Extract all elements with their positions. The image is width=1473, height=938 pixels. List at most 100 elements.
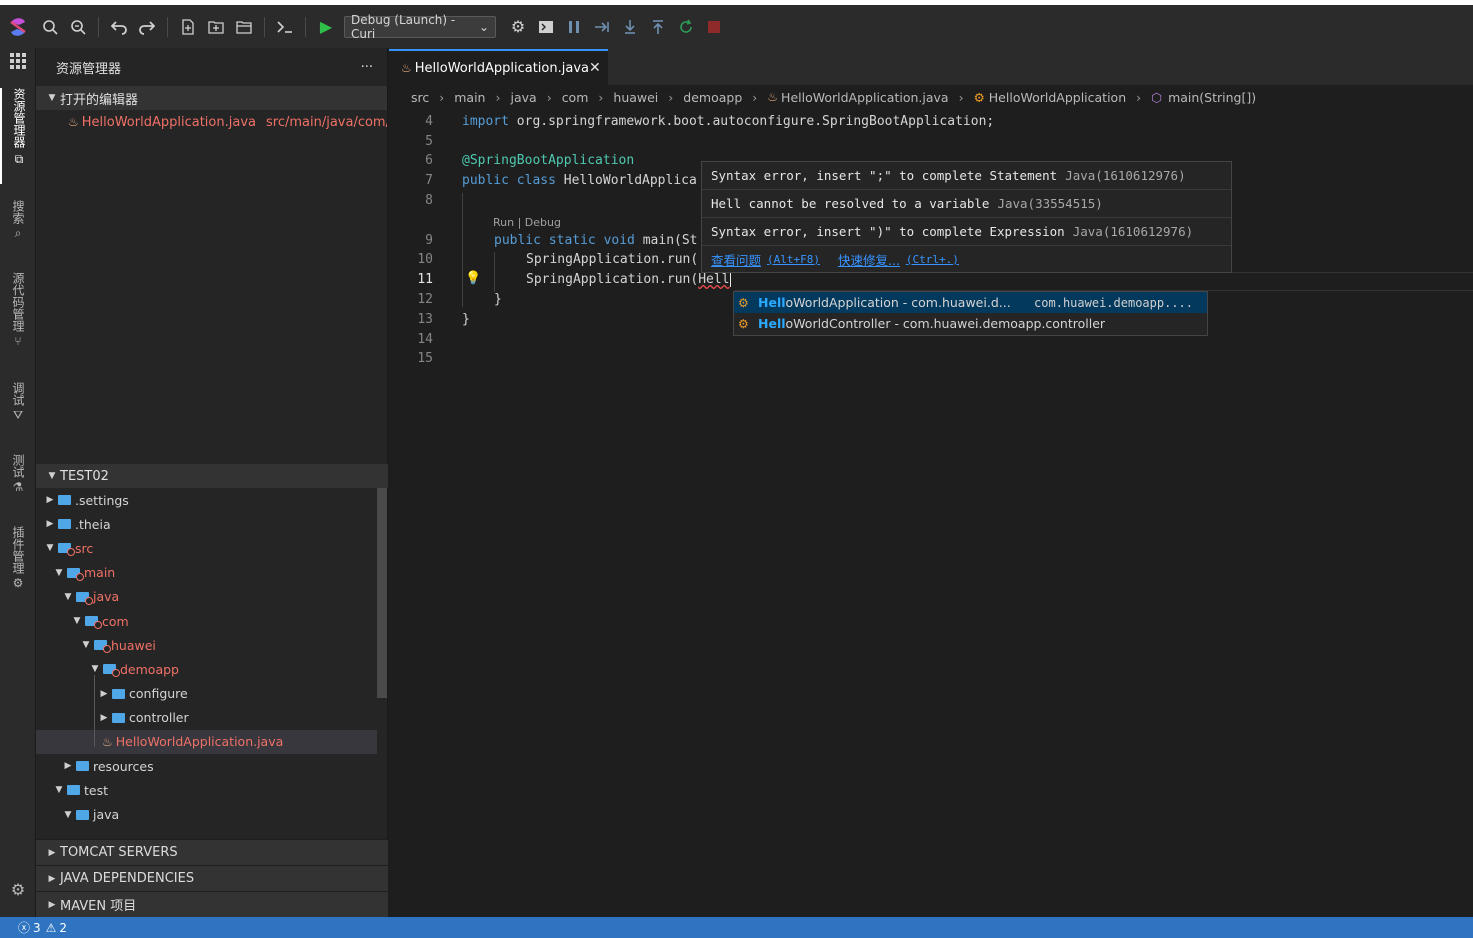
line-number: 8 bbox=[425, 193, 433, 208]
tree-scrollbar[interactable] bbox=[377, 488, 387, 698]
tree-item-label: java bbox=[93, 589, 120, 605]
tree-item-helloworld-java[interactable]: ♨ HelloWorldApplication.java bbox=[36, 729, 377, 755]
pause-icon[interactable] bbox=[560, 13, 588, 41]
section-label: MAVEN 项目 bbox=[60, 899, 137, 914]
java-file-icon: ♨ bbox=[401, 61, 412, 75]
debug-console-icon[interactable] bbox=[532, 13, 560, 41]
activity-scm[interactable]: 源代码管理 ⑂ bbox=[0, 272, 36, 362]
tree-item-controller[interactable]: ▶ controller bbox=[36, 706, 388, 730]
line-number: 9 bbox=[425, 233, 433, 248]
open-folder-icon[interactable] bbox=[230, 13, 258, 41]
undo-icon[interactable] bbox=[105, 13, 133, 41]
activity-explorer[interactable]: 资源管理器 ⧉ bbox=[0, 88, 36, 184]
settings-gear-icon[interactable]: ⚙ bbox=[0, 880, 36, 902]
tree-item-src[interactable]: ▼ src bbox=[36, 536, 388, 560]
breadcrumb-item[interactable]: com bbox=[562, 90, 589, 105]
tree-item-demoapp[interactable]: ▼ demoapp bbox=[36, 657, 388, 681]
gear-icon[interactable]: ⚙ bbox=[504, 13, 532, 41]
breadcrumb-item[interactable]: huawei bbox=[613, 90, 658, 105]
breadcrumb-item[interactable]: main bbox=[454, 90, 485, 105]
suggest-item[interactable]: ⚙ Hell oWorldApplication - com.huawei.d..… bbox=[734, 292, 1207, 313]
search-icon: ⌕ bbox=[14, 226, 22, 240]
view-problem-shortcut[interactable]: (Alt+F8) bbox=[767, 253, 820, 266]
tree-item-test-java[interactable]: ▼ java bbox=[36, 802, 388, 826]
chevron-down-icon: ▼ bbox=[64, 591, 72, 602]
extensions-icon: ⚙ bbox=[12, 576, 24, 590]
redo-icon[interactable] bbox=[133, 13, 161, 41]
new-folder-icon[interactable] bbox=[202, 13, 230, 41]
step-over-icon[interactable] bbox=[588, 13, 616, 41]
open-editor-item[interactable]: ♨ HelloWorldApplication.java src/main/ja… bbox=[36, 110, 387, 134]
chevron-down-icon: ▼ bbox=[48, 471, 56, 481]
quick-fix-shortcut[interactable]: (Ctrl+.) bbox=[906, 253, 959, 266]
tree-item-label: .theia bbox=[75, 516, 111, 532]
tree-item-huawei[interactable]: ▼ huawei bbox=[36, 633, 388, 657]
code-line-7: public class HelloWorldApplica bbox=[462, 173, 697, 188]
breadcrumb-item[interactable]: HelloWorldApplication.java bbox=[781, 90, 949, 105]
project-header[interactable]: ▼ TEST02 bbox=[36, 464, 388, 488]
tomcat-servers-header[interactable]: ▶ TOMCAT SERVERS bbox=[36, 839, 388, 865]
line-number: 10 bbox=[417, 252, 433, 267]
activity-test[interactable]: 测试 ⚗ bbox=[0, 454, 36, 506]
search-icon[interactable] bbox=[36, 13, 64, 41]
line-number: 12 bbox=[417, 292, 433, 307]
current-line-highlight bbox=[734, 272, 1473, 291]
tree-item-resources[interactable]: ▶ resources bbox=[36, 754, 388, 778]
lightbulb-icon[interactable]: 💡 bbox=[465, 271, 481, 286]
code-text: org.springframework.boot.autoconfigure.S… bbox=[508, 114, 995, 129]
tree-item-main[interactable]: ▼ main bbox=[36, 561, 388, 585]
activity-extensions[interactable]: 插件管理 ⚙ bbox=[0, 526, 36, 608]
code-text: main(St bbox=[634, 233, 698, 248]
chevron-right-icon: ▶ bbox=[48, 899, 56, 910]
tree-item-label: HelloWorldApplication.java bbox=[115, 734, 284, 750]
step-into-icon[interactable] bbox=[616, 13, 644, 41]
tree-item-settings[interactable]: ▶ .settings bbox=[36, 488, 388, 512]
tree-item-theia[interactable]: ▶ .theia bbox=[36, 512, 388, 536]
suggest-widget: ⚙ Hell oWorldApplication - com.huawei.d..… bbox=[733, 291, 1208, 336]
suggest-label: oWorldController - com.huawei.demoapp.co… bbox=[785, 316, 1106, 331]
breadcrumb-item[interactable]: java bbox=[510, 90, 536, 105]
activity-search[interactable]: 搜索 ⌕ bbox=[0, 200, 36, 252]
toolbar-separator bbox=[167, 16, 168, 37]
codelens-run-debug[interactable]: Run | Debug bbox=[493, 216, 561, 229]
breadcrumb-item[interactable]: demoapp bbox=[683, 90, 742, 105]
breadcrumb-item[interactable]: src bbox=[411, 90, 429, 105]
tree-item-com[interactable]: ▼ com bbox=[36, 609, 388, 633]
new-file-icon[interactable] bbox=[174, 13, 202, 41]
java-dependencies-header[interactable]: ▶ JAVA DEPENDENCIES bbox=[36, 865, 388, 891]
line-number: 15 bbox=[417, 351, 433, 366]
tree-item-configure[interactable]: ▶ configure bbox=[36, 682, 388, 706]
chevron-right-icon: › bbox=[495, 89, 501, 105]
stop-icon[interactable] bbox=[700, 13, 728, 41]
problems-status[interactable]: ⓧ 3 ⚠ 2 bbox=[18, 919, 67, 936]
close-icon[interactable]: ✕ bbox=[589, 60, 601, 76]
restart-icon[interactable] bbox=[672, 13, 700, 41]
open-editors-header[interactable]: ▼ 打开的编辑器 bbox=[36, 86, 387, 110]
suggest-item[interactable]: ⚙ Hell oWorldController - com.huawei.demo… bbox=[734, 313, 1207, 334]
search-replace-icon[interactable] bbox=[64, 13, 92, 41]
breadcrumb-item[interactable]: main(String[]) bbox=[1168, 90, 1256, 105]
chevron-right-icon: › bbox=[668, 89, 674, 105]
tree-item-label: java bbox=[93, 807, 120, 823]
apps-grid-icon[interactable] bbox=[0, 52, 36, 78]
breadcrumb-item[interactable]: HelloWorldApplication bbox=[989, 90, 1126, 105]
problem-message: Hell cannot be resolved to a variable bbox=[711, 196, 990, 211]
quick-fix-link[interactable]: 快速修复... bbox=[838, 250, 900, 269]
folder-error-icon bbox=[58, 543, 75, 557]
tree-item-java[interactable]: ▼ java bbox=[36, 585, 388, 609]
activity-debug[interactable]: 调试 ⛛ bbox=[0, 382, 36, 434]
folder-error-icon bbox=[85, 616, 102, 630]
maven-projects-header[interactable]: ▶ MAVEN 项目 bbox=[36, 891, 388, 917]
main-toolbar: ▶ Debug (Launch) - Curi ⌄ ⚙ bbox=[0, 5, 1473, 48]
step-out-icon[interactable] bbox=[644, 13, 672, 41]
tree-item-test[interactable]: ▼ test bbox=[36, 778, 388, 802]
files-icon: ⧉ bbox=[14, 152, 24, 166]
debug-config-select[interactable]: Debug (Launch) - Curi ⌄ bbox=[344, 13, 496, 41]
more-actions-icon[interactable]: ··· bbox=[361, 60, 373, 75]
java-file-icon: ♨ bbox=[68, 115, 79, 129]
tab-helloworld-java[interactable]: ♨ HelloWorldApplication.java ✕ bbox=[389, 49, 608, 85]
run-icon[interactable]: ▶ bbox=[312, 13, 340, 41]
terminal-icon[interactable] bbox=[271, 13, 299, 41]
code-line-10: SpringApplication.run( bbox=[526, 252, 699, 267]
view-problem-link[interactable]: 查看问题 bbox=[711, 250, 761, 269]
